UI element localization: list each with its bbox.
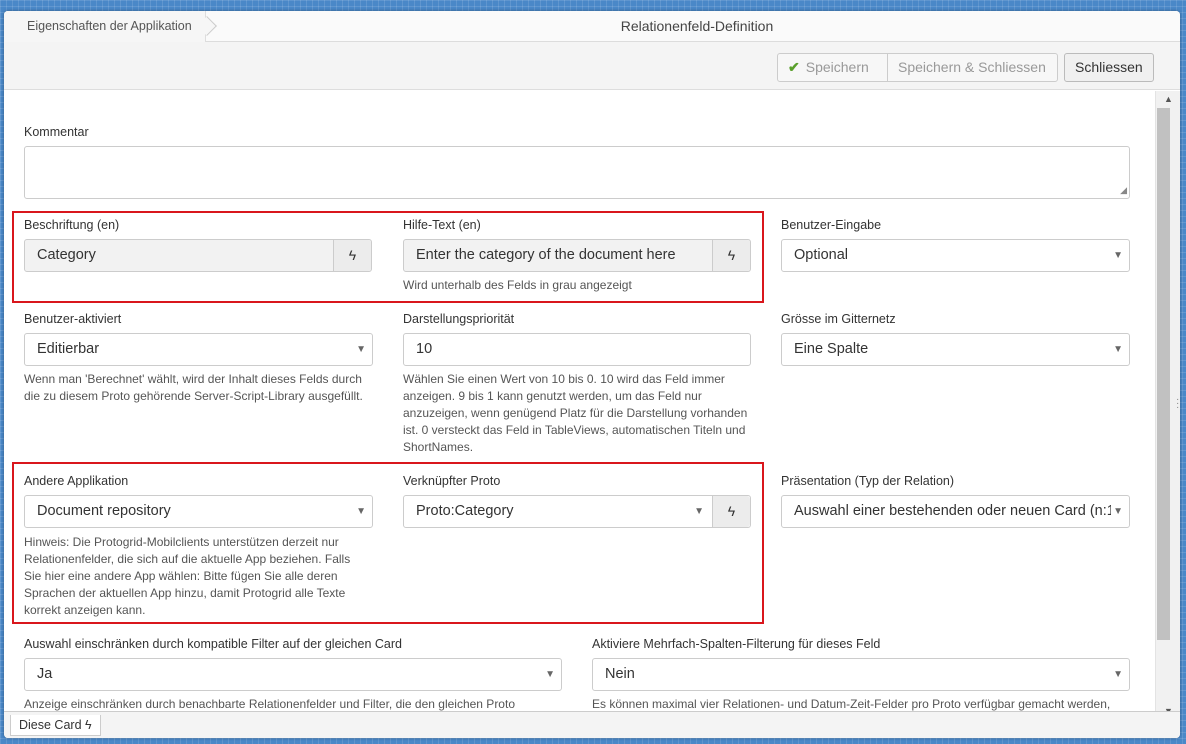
caret-down-icon: ▼ (1113, 344, 1123, 355)
caret-down-icon: ▼ (545, 669, 555, 680)
scroll-up-icon[interactable]: ▲ (1164, 94, 1173, 104)
multi-column-select[interactable]: Nein ▼ (592, 658, 1130, 691)
presentation-label: Präsentation (Typ der Relation) (781, 474, 955, 488)
save-label: Speichern (805, 59, 869, 75)
grid-size-select[interactable]: Eine Spalte ▼ (781, 333, 1130, 366)
form-content: Kommentar ◢ Beschriftung (en) Category ϟ… (4, 91, 1155, 711)
check-icon: ✔ (788, 59, 800, 75)
resize-grip-icon[interactable]: · · · (1176, 395, 1179, 413)
comment-label: Kommentar (24, 125, 89, 139)
user-enabled-hint: Wenn man 'Berechnet' wählt, wird der Inh… (24, 372, 363, 403)
resize-handle-icon[interactable]: ◢ (1120, 185, 1127, 196)
user-enabled-label: Benutzer-aktiviert (24, 312, 122, 326)
caret-down-icon: ▼ (356, 344, 366, 355)
close-button[interactable]: Schliessen (1064, 53, 1154, 82)
title-bar: Eigenschaften der Applikation Relationen… (4, 11, 1180, 42)
user-input-value: Optional (794, 247, 849, 263)
highlight-box (12, 462, 764, 624)
multi-column-hint: Es können maximal vier Relationen- und D… (592, 697, 1111, 711)
dialog-title: Relationenfeld-Definition (620, 18, 774, 34)
breadcrumb-app-properties[interactable]: Eigenschaften der Applikation (4, 11, 206, 42)
scrollbar-thumb[interactable] (1157, 108, 1170, 640)
grid-size-value: Eine Spalte (794, 341, 869, 357)
tab-label: Diese Card (19, 718, 82, 732)
presentation-select[interactable]: Auswahl einer bestehenden oder neuen Car… (781, 495, 1130, 528)
display-priority-value: 10 (416, 341, 433, 357)
toolbar: ✔ Speichern Speichern & Schliessen Schlie… (4, 42, 1180, 90)
multi-column-value: Nein (605, 666, 635, 682)
restrict-filter-select[interactable]: Ja ▼ (24, 658, 562, 691)
display-priority-input[interactable]: 10 (403, 333, 751, 366)
multi-column-label: Aktiviere Mehrfach-Spalten-Filterung für… (592, 637, 881, 651)
user-input-select[interactable]: Optional ▼ (781, 239, 1130, 272)
dialog-window: Eigenschaften der Applikation Relationen… (4, 11, 1180, 738)
bottom-bar: Diese Card ϟ (4, 711, 1180, 738)
save-button[interactable]: ✔ Speichern (777, 53, 888, 82)
caret-down-icon: ▼ (1113, 669, 1123, 680)
grid-size-label: Grösse im Gitternetz (781, 312, 896, 326)
restrict-filter-label: Auswahl einschränken durch kompatible Fi… (24, 637, 402, 651)
bolt-icon: ϟ (85, 718, 92, 732)
presentation-value: Auswahl einer bestehenden oder neuen Car… (794, 503, 1120, 519)
comment-textarea[interactable]: ◢ (24, 146, 1130, 199)
caret-down-icon: ▼ (1111, 496, 1123, 527)
caret-down-icon: ▼ (1113, 250, 1123, 261)
restrict-filter-value: Ja (37, 666, 53, 682)
tab-this-card[interactable]: Diese Card ϟ (10, 715, 101, 736)
display-priority-hint: Wählen Sie einen Wert von 10 bis 0. 10 w… (403, 372, 748, 454)
highlight-box (12, 211, 764, 303)
restrict-filter-hint: Anzeige einschränken durch benachbarte R… (24, 697, 515, 711)
user-enabled-select[interactable]: Editierbar ▼ (24, 333, 373, 366)
save-close-button[interactable]: Speichern & Schliessen (887, 53, 1058, 82)
display-priority-label: Darstellungspriorität (403, 312, 515, 326)
user-input-label: Benutzer-Eingabe (781, 218, 882, 232)
user-enabled-value: Editierbar (37, 341, 100, 357)
vertical-scrollbar[interactable]: ▲ ··· ▼ (1155, 91, 1180, 718)
